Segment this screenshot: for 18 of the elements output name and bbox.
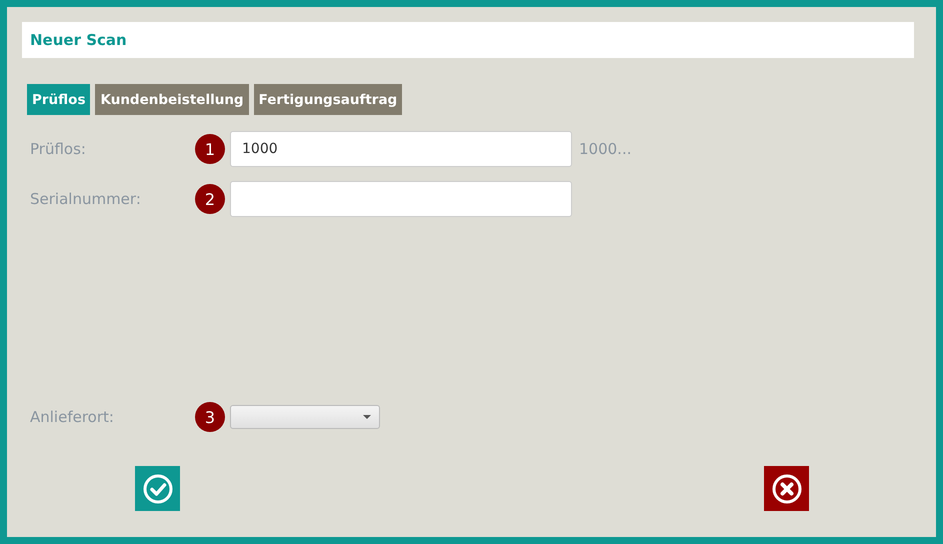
tab[interactable]: Fertigungsauftrag (254, 84, 402, 115)
step-badge: 1 (195, 134, 225, 164)
step-badge: 2 (195, 184, 225, 214)
tab[interactable]: Prüflos (27, 84, 90, 115)
field-label: Anlieferort: (30, 408, 115, 426)
hint-text: 1000... (579, 140, 632, 158)
field-label: Prüflos: (30, 140, 87, 158)
input-field[interactable] (230, 181, 572, 217)
caret-icon (363, 415, 371, 419)
step-badge: 3 (195, 402, 225, 432)
field-label: Serialnummer: (30, 190, 142, 208)
close-icon (772, 474, 802, 504)
tab[interactable]: Kundenbeistellung (95, 84, 249, 115)
cancel-button[interactable] (764, 466, 809, 511)
confirm-button[interactable] (135, 466, 180, 511)
dialog-title: Neuer Scan (30, 31, 127, 49)
input-field[interactable]: 1000 (230, 131, 572, 167)
check-icon (142, 474, 172, 504)
